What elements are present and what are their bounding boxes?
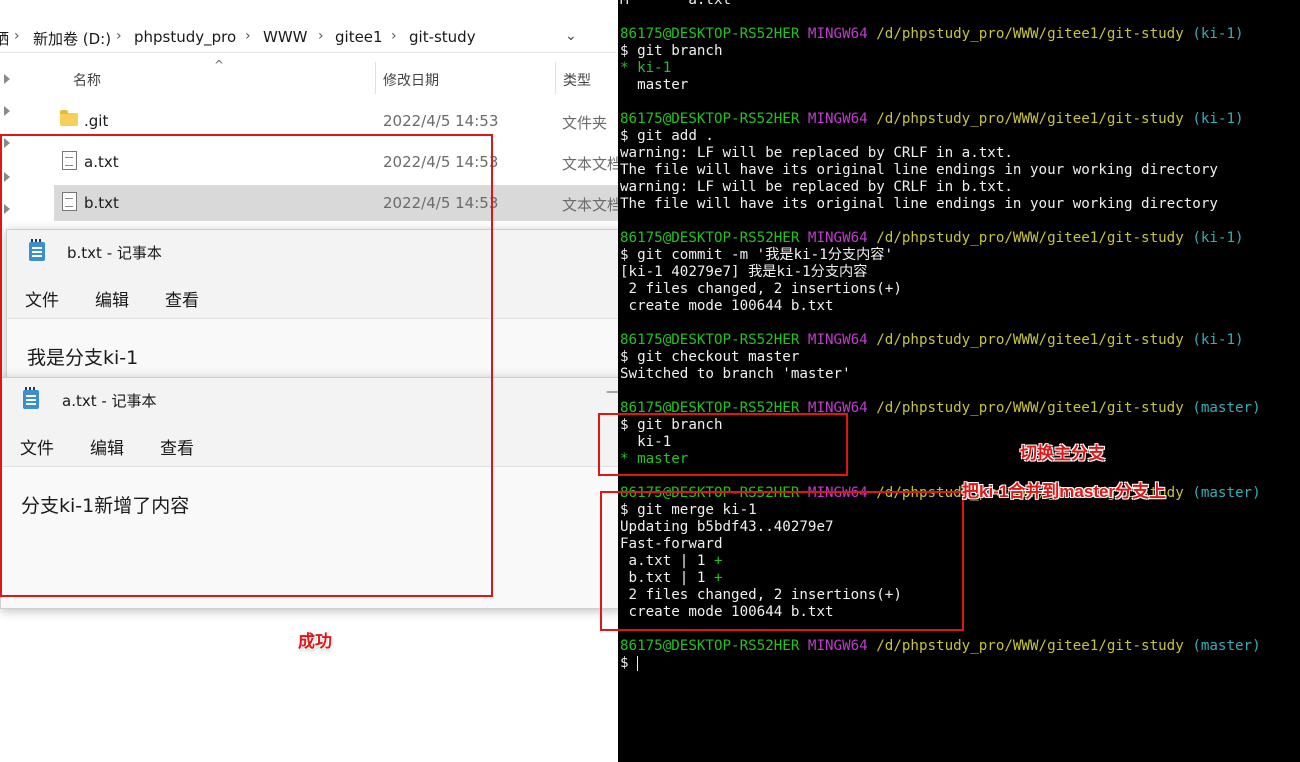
terminal-output: The file will have its original line end… [620, 196, 1218, 212]
column-header-type[interactable]: 类型 [563, 70, 591, 90]
column-divider[interactable] [375, 62, 376, 94]
terminal-prompt: 86175@DESKTOP-RS52HER MINGW64 /d/phpstud… [620, 332, 1244, 348]
breadcrumb-gitee1[interactable]: gitee1 [335, 28, 383, 46]
breadcrumb-www[interactable]: WWW [263, 28, 308, 46]
terminal-output: * ki-1 [620, 60, 672, 76]
chevron-right-icon: › [116, 28, 122, 44]
breadcrumb-root[interactable]: 硒 [0, 28, 9, 49]
terminal-line: M a.txt [620, 0, 732, 8]
terminal-output: [ki-1 40279e7] 我是ki-1分支内容 [620, 264, 868, 280]
column-header-name[interactable]: 名称 [73, 70, 101, 90]
column-divider[interactable] [555, 62, 556, 94]
terminal-output: warning: LF will be replaced by CRLF in … [620, 145, 1013, 161]
highlight-box-branch [598, 413, 848, 476]
terminal-output: create mode 100644 b.txt [620, 298, 834, 314]
annotation-success: 成功 [298, 632, 332, 651]
chevron-right-icon: › [245, 28, 251, 44]
file-name: .git [84, 112, 109, 130]
terminal-prompt: 86175@DESKTOP-RS52HER MINGW64 /d/phpstud… [620, 111, 1244, 127]
breadcrumb-phpstudy[interactable]: phpstudy_pro [134, 28, 236, 46]
chevron-right-icon: › [14, 28, 20, 44]
terminal-prompt: 86175@DESKTOP-RS52HER MINGW64 /d/phpstud… [620, 638, 1261, 654]
terminal-input-line[interactable]: $ [620, 655, 639, 672]
expand-arrow-icon[interactable] [4, 106, 10, 116]
git-bash-terminal[interactable]: M a.txt 86175@DESKTOP-RS52HER MINGW64 /d… [618, 0, 1300, 762]
terminal-prompt: 86175@DESKTOP-RS52HER MINGW64 /d/phpstud… [620, 26, 1244, 42]
terminal-command: $ git add . [620, 128, 714, 144]
file-type: 文本文档 [562, 155, 623, 173]
terminal-output: 2 files changed, 2 insertions(+) [620, 281, 902, 297]
text-cursor [637, 655, 639, 671]
highlight-box-files [0, 134, 493, 597]
chevron-right-icon: › [318, 28, 324, 44]
folder-icon [60, 110, 78, 126]
breadcrumb-drive[interactable]: 新加卷 (D:) [33, 28, 111, 49]
file-date: 2022/4/5 14:53 [383, 112, 499, 130]
expand-arrow-icon[interactable] [4, 74, 10, 84]
sort-ascending-icon: ^ [214, 58, 225, 72]
chevron-right-icon: › [391, 28, 397, 44]
file-type: 文件夹 [562, 114, 608, 132]
breadcrumb-git-study[interactable]: git-study [409, 28, 476, 46]
annotation-merge: 把ki-1合并到master分支上 [962, 482, 1167, 501]
terminal-output: master [620, 77, 689, 93]
terminal-output: The file will have its original line end… [620, 162, 1218, 178]
column-header-modified[interactable]: 修改日期 [383, 70, 439, 90]
terminal-command: $ git commit -m '我是ki-1分支内容' [620, 247, 894, 263]
terminal-prompt: 86175@DESKTOP-RS52HER MINGW64 /d/phpstud… [620, 230, 1244, 246]
chevron-down-icon[interactable]: ⌄ [565, 28, 577, 44]
file-type: 文本文档 [562, 196, 623, 214]
annotation-switch-master: 切换主分支 [1020, 444, 1105, 463]
address-bar[interactable]: 硒 › 新加卷 (D:) › phpstudy_pro › WWW › gite… [0, 8, 616, 53]
terminal-command: $ git checkout master [620, 349, 800, 365]
highlight-box-merge [600, 491, 964, 631]
terminal-output: warning: LF will be replaced by CRLF in … [620, 179, 1013, 195]
terminal-command: $ git branch [620, 43, 723, 59]
terminal-output: Switched to branch 'master' [620, 366, 851, 382]
